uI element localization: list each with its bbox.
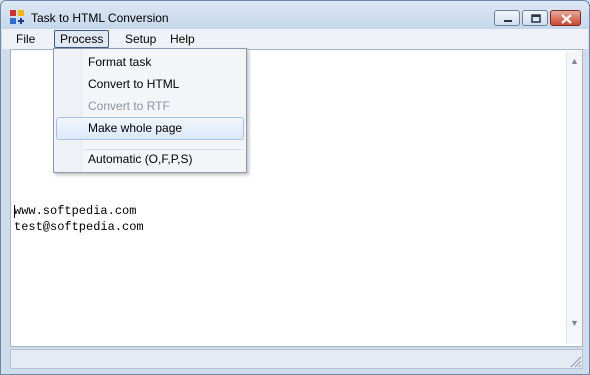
process-dropdown-menu: Format task Convert to HTML Convert to R… <box>53 48 247 173</box>
menu-item-label: Convert to RTF <box>88 99 170 113</box>
close-icon <box>561 14 572 24</box>
status-bar <box>10 349 583 369</box>
maximize-icon <box>531 14 541 23</box>
menu-item-label: Make whole page <box>88 121 183 135</box>
close-button[interactable] <box>550 10 581 26</box>
title-bar[interactable]: Task to HTML Conversion <box>1 1 589 29</box>
menu-item-label: Format task <box>88 55 152 69</box>
app-window: Task to HTML Conversion File Process Set… <box>0 0 590 375</box>
scroll-down-icon[interactable]: ▼ <box>567 315 582 330</box>
vertical-scrollbar[interactable]: ▲ ▼ <box>566 51 582 344</box>
maximize-button[interactable] <box>522 10 548 26</box>
window-title: Task to HTML Conversion <box>31 11 169 25</box>
menu-item-label: Automatic (O,F,P,S) <box>88 152 193 166</box>
minimize-button[interactable] <box>494 10 520 26</box>
menu-item-format-task[interactable]: Format task <box>54 51 246 73</box>
menu-item-label: Convert to HTML <box>88 77 180 91</box>
menu-setup[interactable]: Setup <box>125 32 156 46</box>
editor-line: www.softpedia.com <box>14 204 137 218</box>
menu-item-automatic[interactable]: Automatic (O,F,P,S) <box>54 148 246 170</box>
menu-process[interactable]: Process <box>54 30 110 48</box>
app-icon[interactable] <box>9 9 25 25</box>
scroll-up-icon[interactable]: ▲ <box>567 53 582 68</box>
menu-file[interactable]: File <box>16 32 35 46</box>
menu-item-make-whole-page[interactable]: Make whole page <box>56 117 244 140</box>
menu-item-convert-rtf: Convert to RTF <box>54 95 246 117</box>
minimize-icon <box>504 20 512 22</box>
menu-help[interactable]: Help <box>170 32 195 46</box>
menu-bar: File Process Setup Help <box>2 29 588 49</box>
menu-item-convert-html[interactable]: Convert to HTML <box>54 73 246 95</box>
editor-line: test@softpedia.com <box>14 220 144 234</box>
resize-grip-icon[interactable] <box>568 354 582 368</box>
